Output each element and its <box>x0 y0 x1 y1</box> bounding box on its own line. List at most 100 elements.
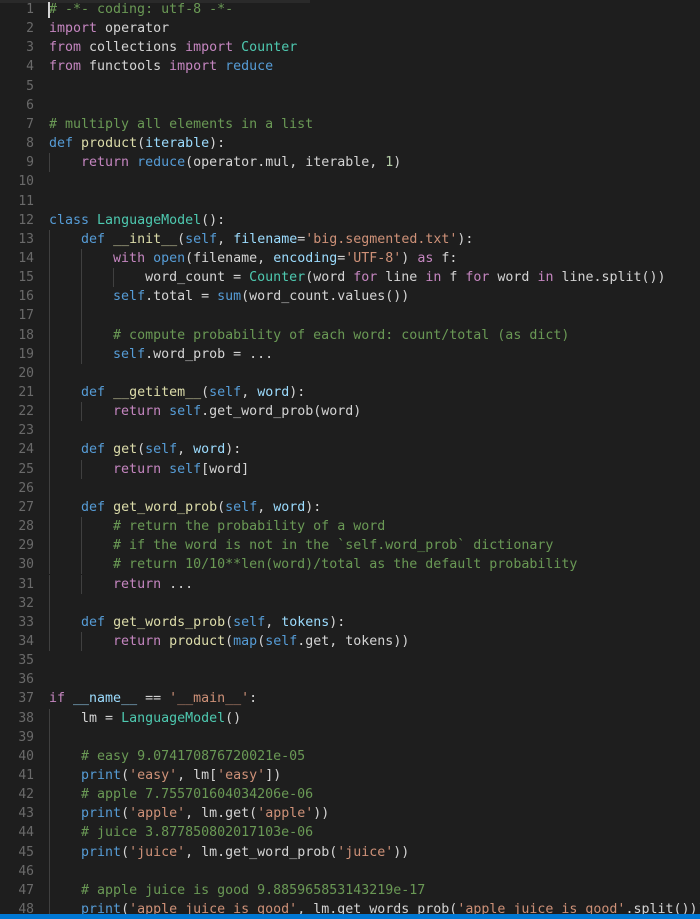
code-text[interactable]: print('apple', lm.get('apple')) <box>49 804 329 823</box>
code-line[interactable]: 27 def get_word_prob(self, word): <box>0 497 700 518</box>
code-line[interactable]: 17 <box>0 306 700 326</box>
code-line[interactable]: 14 with open(filename, encoding='UTF-8')… <box>0 248 700 269</box>
code-line[interactable]: 10 <box>0 172 700 191</box>
code-text[interactable]: def get(self, word): <box>49 440 241 459</box>
code-text[interactable]: self.word_prob = ... <box>49 345 273 364</box>
code-line[interactable]: 29 # if the word is not in the `self.wor… <box>0 536 700 556</box>
code-line[interactable]: 8 def product(iterable): <box>0 134 700 153</box>
line-number: 5 <box>26 78 34 94</box>
code-text[interactable]: print('easy', lm['easy']) <box>49 766 281 785</box>
code-text[interactable]: # return the probability of a word <box>49 517 385 536</box>
code-line[interactable]: 44 # juice 3.877850802017103e-06 <box>0 823 700 843</box>
code-line[interactable]: 28 # return the probability of a word <box>0 517 700 537</box>
code-line[interactable]: 20 <box>0 363 700 383</box>
code-text[interactable]: print('juice', lm.get_word_prob('juice')… <box>49 843 409 862</box>
code-line[interactable]: 2 import operator <box>0 19 700 38</box>
code-line[interactable]: 26 <box>0 478 700 498</box>
code-text[interactable]: return self.get_word_prob(word) <box>49 402 361 421</box>
code-line[interactable]: 43 print('apple', lm.get('apple')) <box>0 804 700 824</box>
code-line[interactable]: 45 print('juice', lm.get_word_prob('juic… <box>0 842 700 862</box>
code-line[interactable]: 19 self.word_prob = ... <box>0 344 700 364</box>
code-text[interactable]: # apple 7.755701604034206e-06 <box>49 785 313 804</box>
code-line[interactable]: 4 from functools import reduce <box>0 57 700 76</box>
token: 'UTF-8' <box>345 250 402 266</box>
code-text[interactable]: lm = LanguageModel() <box>49 709 241 728</box>
code-line[interactable]: 47 # apple juice is good 9.8859658531432… <box>0 880 700 901</box>
code-line[interactable]: 9 return reduce(operator.mul, iterable, … <box>0 153 700 173</box>
token: 'apple' <box>129 806 186 822</box>
status-bar[interactable] <box>0 914 700 919</box>
code-text[interactable]: with open(filename, encoding='UTF-8') as… <box>49 249 457 268</box>
token: self <box>209 385 242 400</box>
code-text[interactable]: self.total = sum(word_count.values()) <box>49 287 409 306</box>
code-line[interactable]: 35 <box>0 651 700 670</box>
code-line[interactable]: 5 <box>0 77 700 96</box>
line-number: 34 <box>18 633 34 649</box>
code-text[interactable]: # apple juice is good 9.885965853143219e… <box>49 881 425 900</box>
code-line[interactable]: 42 # apple 7.755701604034206e-06 <box>0 785 700 805</box>
code-line[interactable]: 33 def get_words_prob(self, tokens): <box>0 612 700 632</box>
code-text[interactable]: return ... <box>49 575 193 594</box>
code-text[interactable]: word_count = Counter(word for line in f … <box>49 268 665 287</box>
code-line[interactable]: 39 <box>0 727 700 747</box>
code-text[interactable]: class LanguageModel(): <box>49 211 225 230</box>
code-line[interactable]: 22 return self.get_word_prob(word) <box>0 402 700 422</box>
code-line[interactable]: 3 from collections import Counter <box>0 38 700 57</box>
code-line[interactable]: 46 <box>0 861 700 881</box>
code-line[interactable]: 41 print('easy', lm['easy']) <box>0 766 700 786</box>
token: LanguageModel <box>97 212 202 228</box>
code-line[interactable]: 37 if __name__ == '__main__': <box>0 689 700 708</box>
code-line[interactable]: 30 # return 10/10**len(word)/total as th… <box>0 555 700 575</box>
code-line[interactable]: 25 return self[word] <box>0 459 700 479</box>
code-text[interactable]: def get_word_prob(self, word): <box>49 498 321 517</box>
code-text[interactable]: from collections import Counter <box>49 38 297 57</box>
token: LanguageModel <box>121 710 226 726</box>
code-text[interactable]: # multiply all elements in a list <box>49 115 313 134</box>
code-line[interactable]: 34 return product(map(self.get, tokens)) <box>0 631 700 652</box>
code-line[interactable]: 12 class LanguageModel(): <box>0 211 700 230</box>
code-text[interactable]: # juice 3.877850802017103e-06 <box>49 823 313 842</box>
token: ) <box>393 155 402 171</box>
code-text[interactable]: def product(iterable): <box>49 134 225 153</box>
code-text[interactable]: def __getitem__(self, word): <box>49 383 305 402</box>
code-line[interactable]: 18 # compute probability of each word: c… <box>0 325 700 345</box>
code-text[interactable]: if __name__ == '__main__': <box>49 689 257 708</box>
code-text[interactable]: from functools import reduce <box>49 57 273 76</box>
code-text[interactable]: def get_words_prob(self, tokens): <box>49 613 345 632</box>
code-line[interactable]: 24 def get(self, word): <box>0 440 700 460</box>
code-text[interactable]: import operator <box>49 19 169 38</box>
code-line[interactable]: 21 def __getitem__(self, word): <box>0 383 700 403</box>
code-text[interactable]: return self[word] <box>49 460 249 479</box>
code-text[interactable]: def __init__(self, filename='big.segment… <box>49 230 473 249</box>
line-number: 16 <box>18 289 34 305</box>
code-text[interactable]: # compute probability of each word: coun… <box>49 326 569 345</box>
token: , <box>257 499 274 515</box>
code-line[interactable]: 36 <box>0 670 700 689</box>
code-text[interactable]: # return 10/10**len(word)/total as the d… <box>49 555 577 574</box>
code-text[interactable]: return product(map(self.get, tokens)) <box>49 632 409 651</box>
code-line[interactable]: 7 # multiply all elements in a list <box>0 115 700 134</box>
code-line[interactable]: 32 <box>0 593 700 613</box>
code-line[interactable]: 11 <box>0 192 700 211</box>
code-line[interactable]: 38 lm = LanguageModel() <box>0 708 700 728</box>
code-line[interactable]: 16 self.total = sum(word_count.values()) <box>0 287 700 307</box>
token: for <box>465 270 490 286</box>
code-editor[interactable]: 1 # -*- coding: utf-8 -*- 2 import operator… <box>0 0 700 919</box>
code-line[interactable]: 6 <box>0 96 700 115</box>
code-line[interactable]: 13 def __init__(self, filename='big.segm… <box>0 229 700 249</box>
code-line[interactable]: 15 word_count = Counter(word for line in… <box>0 268 700 288</box>
token: # apple 7.755701604034206e-06 <box>81 787 314 803</box>
code-line[interactable]: 31 return ... <box>0 574 700 594</box>
code-text[interactable]: # if the word is not in the `self.word_p… <box>49 536 553 555</box>
line-number: 36 <box>18 672 34 688</box>
token: class <box>49 212 90 228</box>
code-text[interactable]: return reduce(operator.mul, iterable, 1) <box>49 153 401 172</box>
code-text[interactable]: # easy 9.074170876720021e-05 <box>49 747 305 766</box>
line-number: 28 <box>18 519 34 535</box>
code-line[interactable]: 40 # easy 9.074170876720021e-05 <box>0 746 700 766</box>
code-line[interactable]: 23 <box>0 421 700 441</box>
